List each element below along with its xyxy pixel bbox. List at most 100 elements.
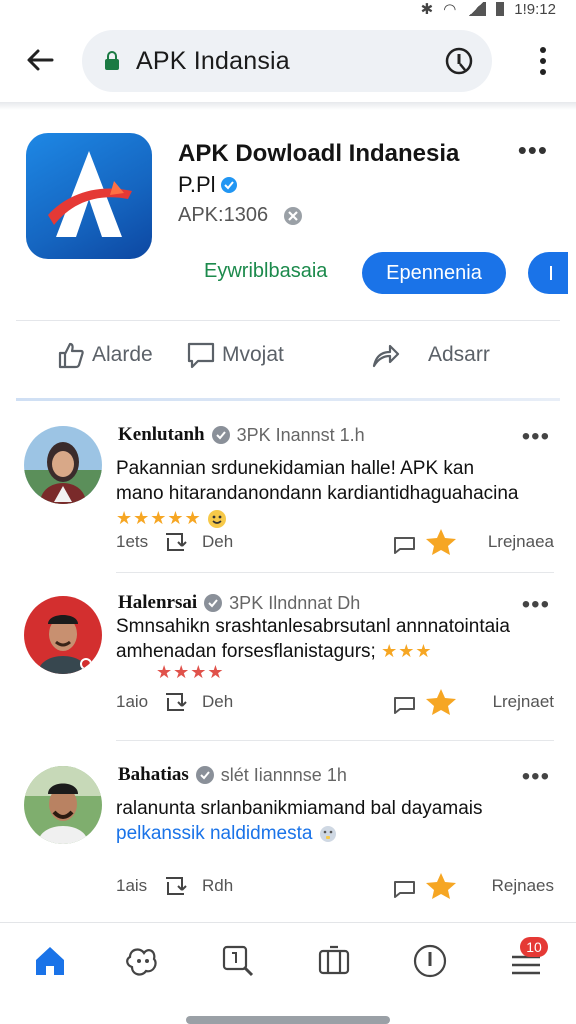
primary-action-button[interactable]: Epennenia <box>362 252 506 294</box>
post-text-line: Smnsahikn srashtanlesabrsutanl annnatoin… <box>116 616 510 637</box>
avatar[interactable] <box>24 766 102 844</box>
top-app-bar: APK Indansia <box>0 22 576 102</box>
back-arrow-icon[interactable] <box>22 42 58 78</box>
rating-stars: ★★★★ <box>156 662 225 682</box>
status-icons: ✱ ◠ 1!9:12 <box>420 0 556 19</box>
post-body: Smnsahikn srashtanlesabrsutanl annnatoin… <box>116 614 554 664</box>
action-row-underline <box>16 398 560 401</box>
post-more-icon[interactable]: ••• <box>522 425 550 449</box>
post-author[interactable]: Halenrsai <box>118 592 197 614</box>
search-icon[interactable] <box>218 941 258 981</box>
post-footer: 1aio Deh Lrejnaet <box>116 688 554 718</box>
post-divider <box>116 740 554 741</box>
app-bar-shadow <box>0 102 576 110</box>
battery-icon <box>496 2 505 16</box>
star-icon[interactable] <box>424 528 458 556</box>
like-label: Alarde <box>92 343 153 366</box>
developer-name[interactable]: P.Pl <box>178 172 216 198</box>
post-text-line: mano hitarandanondann kardiantidhaguahac… <box>116 483 519 504</box>
post-reaction-label[interactable]: Rejnaes <box>492 876 554 896</box>
share-action[interactable]: Adsarr <box>370 340 490 370</box>
post-header: Halenrsai 3PK Ilndnnat Dh <box>118 592 360 614</box>
comment-label: Mvojat <box>222 343 284 366</box>
info-icon[interactable] <box>410 941 450 981</box>
close-circle-icon[interactable] <box>282 205 304 227</box>
post-meta: 3PK Ilndnnat Dh <box>229 592 361 613</box>
verified-icon <box>195 766 214 784</box>
secondary-link[interactable]: Eywriblbasaia <box>204 260 327 283</box>
reply-icon[interactable] <box>392 692 418 714</box>
bluetooth-icon: ✱ <box>420 1 434 18</box>
comment-icon <box>187 342 215 369</box>
smile-emoji-icon <box>207 509 226 528</box>
post-text-line: ralanunta srlanbanikmiamand bal dayamais <box>116 798 483 819</box>
rating-stars: ★★★★★ <box>116 508 202 528</box>
post-author[interactable]: Bahatias <box>118 764 189 786</box>
post-count: 1aio <box>116 692 149 711</box>
post-action-label[interactable]: Deh <box>202 532 233 552</box>
thumbs-up-icon <box>58 342 84 369</box>
post-more-icon[interactable]: ••• <box>522 593 550 617</box>
address-bar[interactable]: APK Indansia <box>82 30 492 92</box>
repost-icon[interactable] <box>162 690 188 714</box>
app-title: APK Dowloadl Indanesia <box>178 140 460 167</box>
developer-row: P.Pl <box>178 172 238 198</box>
reply-icon[interactable] <box>392 532 418 554</box>
post-more-icon[interactable]: ••• <box>522 765 550 789</box>
signal-icon <box>466 2 487 16</box>
post-footer: 1ais Rdh Rejnaes <box>116 872 554 902</box>
comment-action[interactable]: Mvojat <box>186 340 284 370</box>
status-time: 1!9:12 <box>514 0 556 18</box>
partial-action-button[interactable] <box>528 252 568 294</box>
rating-row: ★★★★ <box>156 660 554 685</box>
post-divider <box>116 572 554 573</box>
post-text-line: pelkanssik naldidmesta <box>116 821 554 846</box>
notification-badge: 10 <box>520 937 548 957</box>
post-count: 1ets <box>116 532 149 551</box>
app-logo <box>26 133 152 259</box>
post-text-segment: amhenadan forsesflanistagurs; <box>116 641 376 662</box>
avatar[interactable] <box>24 426 102 504</box>
post-text-line: Pakannian srdunekidamian halle! APK kan <box>116 458 475 479</box>
post-header: Bahatias slét Iiannnse 1h <box>118 764 347 786</box>
post-reaction-label[interactable]: Lrejnaea <box>488 532 554 552</box>
explore-icon[interactable] <box>122 941 162 981</box>
bottom-navigation: 10 <box>0 922 576 1024</box>
post-link[interactable]: pelkanssik naldidmesta <box>116 823 312 844</box>
header-more-icon[interactable]: ••• <box>518 137 548 163</box>
verified-icon <box>211 426 230 444</box>
post-action-label[interactable]: Deh <box>202 692 233 712</box>
header-divider <box>16 320 560 321</box>
address-text: APK Indansia <box>136 47 290 75</box>
post-body: Pakannian srdunekidamian halle! APK kan … <box>116 456 554 531</box>
apk-version: APK:1306 <box>178 204 269 226</box>
library-icon[interactable] <box>314 941 354 981</box>
post-header: Kenlutanh 3PK Inannst 1.h <box>118 424 365 446</box>
star-icon[interactable] <box>424 872 458 900</box>
lock-icon <box>105 51 119 70</box>
star-icon[interactable] <box>424 688 458 716</box>
thinking-emoji-icon <box>319 825 336 842</box>
post-body: ralanunta srlanbanikmiamand bal dayamais… <box>116 796 554 846</box>
verified-badge-icon <box>220 177 237 193</box>
like-action[interactable]: Alarde <box>56 340 153 370</box>
apk-info-row: APK:1306 <box>178 204 304 227</box>
post-count: 1ais <box>116 876 148 895</box>
share-label: Adsarr <box>428 343 490 366</box>
avatar[interactable] <box>24 596 102 674</box>
post-meta: slét Iiannnse 1h <box>220 764 347 785</box>
post-reaction-label[interactable]: Lrejnaet <box>493 692 554 712</box>
post-footer: 1ets Deh Lrejnaea <box>116 528 554 558</box>
post-author[interactable]: Kenlutanh <box>118 424 205 446</box>
overflow-menu-icon[interactable] <box>536 44 550 78</box>
rating-stars-inline: ★★★ <box>381 641 433 661</box>
reply-icon[interactable] <box>392 876 418 898</box>
verified-icon <box>204 594 223 612</box>
repost-icon[interactable] <box>162 530 188 554</box>
home-icon[interactable] <box>30 941 70 981</box>
post-action-label[interactable]: Rdh <box>202 876 233 896</box>
wifi-icon: ◠ <box>443 1 457 18</box>
home-indicator[interactable] <box>186 1016 390 1024</box>
info-icon[interactable] <box>444 46 474 76</box>
repost-icon[interactable] <box>162 874 188 898</box>
